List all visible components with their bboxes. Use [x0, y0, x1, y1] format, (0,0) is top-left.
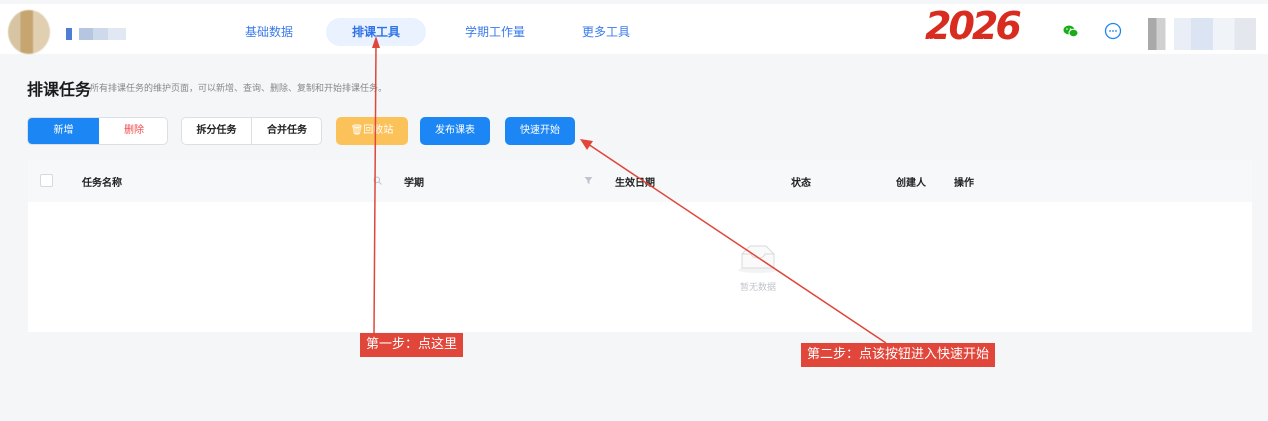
nav-item-semester-workload[interactable]: 学期工作量	[455, 18, 535, 46]
split-task-button[interactable]: 拆分任务	[182, 118, 252, 144]
badge-strip: 新年活动	[927, 38, 995, 47]
column-task-name: 任务名称	[82, 178, 122, 189]
table-header: 任务名称 学期 生效日期 状态 创建人 操作	[28, 160, 1252, 202]
add-delete-group: 新增 删除	[27, 117, 168, 145]
select-all-checkbox[interactable]	[40, 174, 53, 187]
column-effective-date: 生效日期	[615, 178, 655, 189]
nav-item-basic-data[interactable]: 基础数据	[238, 18, 300, 46]
nav-item-more-tools[interactable]: 更多工具	[575, 18, 637, 46]
page-description: 所有排课任务的维护页面，可以新增、查询、删除、复制和开始排课任务。	[90, 84, 388, 94]
message-icon[interactable]	[1104, 22, 1122, 40]
delete-button[interactable]: 删除	[99, 118, 167, 144]
filter-icon[interactable]	[584, 176, 593, 185]
column-semester: 学期	[404, 178, 424, 189]
merge-task-button[interactable]: 合并任务	[252, 118, 321, 144]
arrow-step2-head	[580, 139, 593, 150]
nav-item-scheduling-tools[interactable]: 排课工具	[326, 18, 426, 46]
page-title: 排课任务	[27, 80, 92, 99]
task-table: 任务名称 学期 生效日期 状态 创建人 操作 暂无数据	[28, 160, 1252, 332]
annotation-step2: 第二步：点该按钮进入快速开始	[801, 343, 996, 367]
publish-schedule-button[interactable]: 发布课表	[420, 117, 490, 145]
column-status: 状态	[791, 178, 811, 189]
recycle-bin-label: 回收站	[363, 125, 394, 136]
school-name-blurred	[66, 28, 126, 40]
quick-start-button[interactable]: 快速开始	[505, 117, 575, 145]
recycle-bin-button[interactable]: 🗑回收站	[336, 117, 408, 145]
column-actions: 操作	[954, 178, 974, 189]
empty-box-icon	[738, 245, 778, 273]
search-icon[interactable]	[373, 176, 382, 185]
annotation-step1: 第一步：点这里	[360, 333, 464, 357]
split-merge-group: 拆分任务 合并任务	[181, 117, 322, 145]
school-logo[interactable]	[8, 10, 50, 54]
empty-state-text: 暂无数据	[739, 283, 776, 293]
trash-icon: 🗑	[350, 125, 364, 136]
column-creator: 创建人	[896, 178, 926, 189]
top-bar: 基础数据 排课工具 学期工作量 更多工具 2026 新年活动	[0, 4, 1268, 54]
add-button[interactable]: 新增	[28, 118, 99, 144]
wechat-icon[interactable]	[1063, 24, 1079, 38]
user-avatar-blurred[interactable]	[1148, 18, 1256, 50]
new-year-event-badge[interactable]: 2026 新年活动	[925, 4, 1022, 52]
